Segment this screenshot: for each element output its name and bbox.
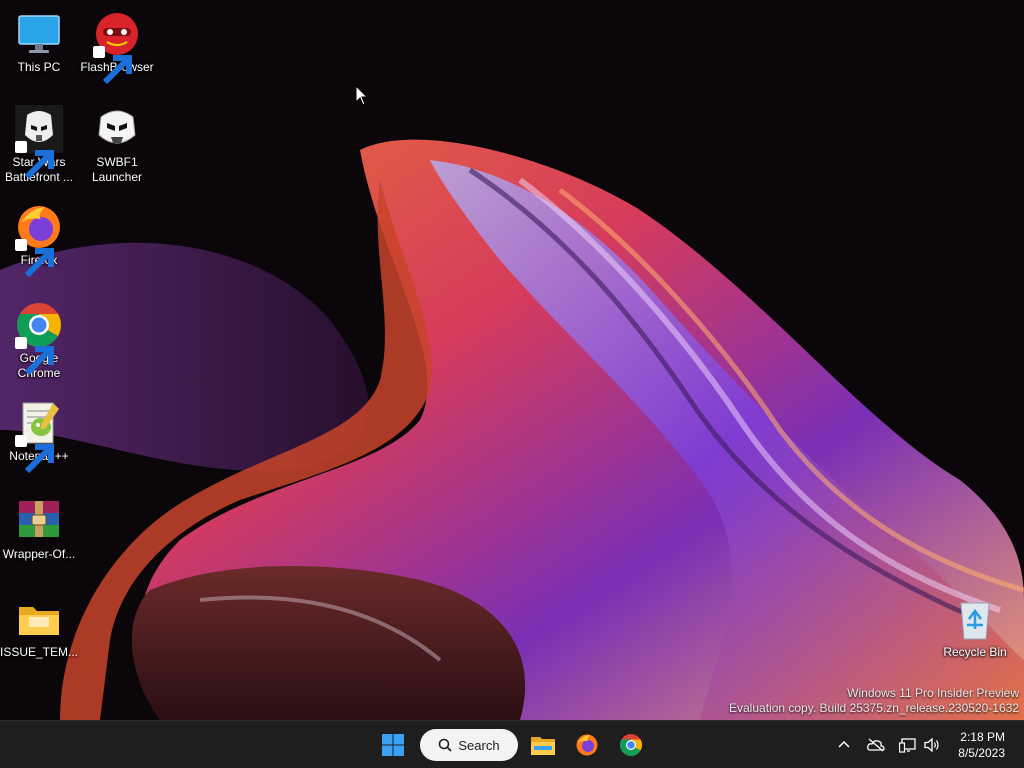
firefox-icon	[576, 734, 598, 756]
taskbar-firefox[interactable]	[569, 727, 605, 763]
start-button[interactable]	[375, 727, 411, 763]
search-icon	[439, 738, 453, 752]
desktop-icon-label: Recycle Bin	[943, 645, 1007, 659]
stormtrooper-helmet-icon	[98, 110, 136, 144]
desktop-icon-wrapper-of[interactable]: Wrapper-Of...	[0, 497, 78, 562]
desktop-icon-recycle-bin[interactable]: Recycle Bin	[936, 595, 1014, 660]
search-label: Search	[458, 737, 500, 753]
watermark-line-1: Windows 11 Pro Insider Preview	[847, 686, 1019, 700]
winrar-archive-icon	[19, 501, 59, 537]
shortcut-arrow-icon	[93, 46, 132, 85]
show-hidden-icons-button[interactable]	[832, 733, 856, 757]
shortcut-arrow-icon	[15, 141, 54, 180]
desktop-icon-star-wars-battlefront[interactable]: Star Wars Battlefront ...	[0, 105, 78, 185]
network-button[interactable]	[896, 733, 920, 757]
folder-icon	[19, 607, 59, 635]
desktop-icon-label: Wrapper-Of...	[2, 547, 76, 561]
desktop-icon-label: SWBF1 Launcher	[91, 155, 143, 184]
clock-time: 2:18 PM	[960, 730, 1005, 744]
start-icon	[382, 734, 404, 756]
taskbar: Search 2:18 PM 8/5/2023	[0, 720, 1024, 768]
onedrive-offline-icon	[867, 738, 885, 752]
volume-button[interactable]	[920, 733, 944, 757]
desktop-icon-label: ISSUE_TEM...	[0, 645, 79, 659]
onedrive-status-button[interactable]	[864, 733, 888, 757]
file-explorer-icon	[531, 737, 555, 755]
taskbar-search-button[interactable]: Search	[420, 729, 518, 761]
desktop-icon-label: This PC	[17, 60, 61, 74]
shortcut-arrow-icon	[15, 435, 54, 474]
volume-icon	[924, 737, 939, 753]
desktop-icon-firefox[interactable]: Firefox	[0, 203, 78, 278]
desktop-icon-this-pc[interactable]: This PC	[0, 10, 78, 75]
shortcut-arrow-icon	[15, 239, 54, 278]
desktop-icon-swbf1-launcher[interactable]: SWBF1 Launcher	[78, 105, 156, 185]
taskbar-clock[interactable]: 2:18 PM 8/5/2023	[958, 729, 1005, 761]
recycle-bin-icon	[960, 602, 990, 640]
clock-date: 8/5/2023	[958, 746, 1005, 760]
desktop-icon-issue-template[interactable]: ISSUE_TEM...	[0, 595, 78, 660]
monitor-icon	[18, 15, 60, 53]
watermark-line-2: Evaluation copy. Build 25375.zn_release.…	[729, 701, 1019, 715]
desktop-icon-notepad-plus-plus[interactable]: Notepad++	[0, 399, 78, 474]
chevron-up-icon	[838, 740, 850, 748]
chrome-icon	[620, 734, 642, 756]
network-icon	[899, 738, 916, 753]
evaluation-watermark: Windows 11 Pro Insider Preview Evaluatio…	[729, 686, 1019, 716]
desktop-icon-google-chrome[interactable]: Google Chrome	[0, 301, 78, 381]
taskbar-chrome[interactable]	[613, 727, 649, 763]
mouse-cursor-icon	[355, 85, 369, 106]
desktop-icon-flashbrowser[interactable]: FlashBrowser	[78, 10, 156, 85]
taskbar-file-explorer[interactable]	[525, 727, 561, 763]
shortcut-arrow-icon	[15, 337, 54, 376]
